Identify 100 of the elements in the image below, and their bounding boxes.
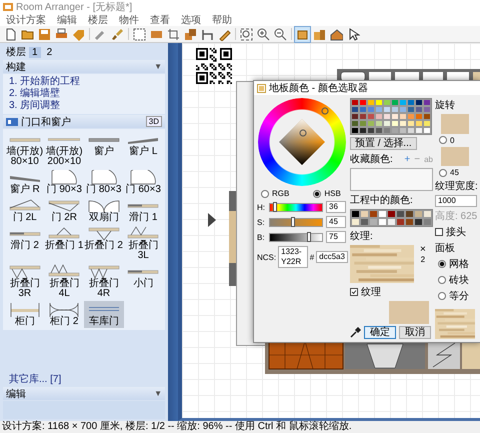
save-icon[interactable] (37, 26, 52, 42)
slider-thumb[interactable] (307, 232, 311, 242)
cancel-button[interactable]: 取消 (398, 326, 431, 339)
radio-button[interactable] (438, 276, 446, 284)
menu-item[interactable]: 物件 (119, 12, 139, 26)
color-swatch[interactable] (350, 218, 360, 226)
color-palette[interactable] (350, 98, 432, 135)
value-field[interactable]: 45 (326, 216, 346, 228)
zoom-out-icon[interactable] (273, 26, 288, 42)
folding-door-icon (6, 264, 43, 279)
library-item[interactable]: 双扇门 (84, 197, 124, 224)
radio-button[interactable] (261, 190, 269, 198)
add-button[interactable]: + (404, 154, 410, 164)
library-item[interactable]: 折叠门 1 (44, 225, 84, 262)
garage-door-icon (88, 307, 120, 312)
menu-item[interactable]: 编辑 (57, 12, 77, 26)
color-swatch[interactable] (350, 99, 359, 106)
collapse-icon[interactable]: ▼ (154, 62, 162, 71)
library-item[interactable]: 折叠门 4R (84, 263, 124, 300)
eyedropper-icon[interactable] (350, 327, 361, 338)
library-item[interactable]: 折叠门 3R (5, 263, 44, 300)
library-item[interactable]: 窗户 (84, 131, 124, 168)
channel-slider[interactable] (269, 218, 323, 226)
slider-thumb[interactable] (291, 216, 296, 226)
value-field[interactable]: 75 (326, 231, 346, 243)
radio-button[interactable] (439, 168, 447, 176)
radio-button[interactable] (313, 190, 322, 198)
collapse-icon[interactable]: ▼ (154, 389, 162, 398)
box-icon[interactable] (295, 26, 310, 42)
channel-slider[interactable] (269, 202, 323, 212)
library-item[interactable]: 折叠门 4L (44, 263, 84, 300)
library-item[interactable]: 门 2L (5, 197, 44, 224)
radio-label: 网格 (449, 258, 469, 271)
hex-label: # (310, 252, 314, 262)
floor-tab[interactable]: 2 (44, 46, 56, 58)
wall-segment[interactable] (229, 191, 236, 286)
library-item[interactable]: 小门 (124, 263, 163, 300)
section-header[interactable]: 编辑 ▼ (3, 387, 165, 400)
value-field[interactable]: 36 (326, 201, 346, 213)
brush-icon[interactable] (110, 26, 125, 42)
library-item[interactable]: 窗户 L (124, 131, 163, 168)
channel-label: B: (257, 232, 266, 242)
step-link[interactable]: 2. 编辑墙壁 (9, 88, 60, 100)
remove-texture-button[interactable]: × (420, 245, 426, 256)
library-item[interactable]: 门 60×3 (124, 169, 163, 196)
library-item[interactable]: 折叠门 2 (84, 225, 124, 262)
library-item[interactable]: 车库门 (84, 301, 124, 328)
color-swatch[interactable] (350, 120, 359, 127)
radio-label: 砖块 (449, 274, 469, 287)
zoom-fit-icon[interactable] (239, 26, 254, 42)
checkbox[interactable] (350, 288, 358, 296)
app-icon (3, 2, 13, 10)
hex-field[interactable]: dcc5a3 (316, 251, 348, 263)
color-square[interactable] (279, 119, 326, 165)
library-item[interactable]: 门 2R (44, 197, 84, 224)
library-item[interactable]: 柜门 2 (44, 301, 84, 328)
slider-thumb[interactable] (273, 202, 278, 212)
door-symbol-icon (6, 198, 43, 213)
library-item[interactable]: 门 90×3 (44, 169, 84, 196)
color-swatch[interactable] (350, 106, 359, 113)
texture-width-field[interactable]: 1000 (435, 195, 477, 207)
step-link[interactable]: 1. 开始新的工程 (9, 76, 80, 88)
floor-tab[interactable]: 1 (29, 46, 41, 58)
color-swatch[interactable] (350, 210, 360, 218)
channel-slider[interactable] (269, 232, 323, 242)
radio-button[interactable] (438, 292, 446, 300)
ok-button[interactable]: 确定 (364, 326, 396, 339)
color-swatch[interactable] (350, 113, 359, 120)
radio-label: RGB (272, 189, 290, 198)
library-item[interactable]: 门 80×3 (84, 169, 124, 196)
color-swatch[interactable] (350, 127, 359, 134)
crop-icon[interactable] (166, 26, 181, 42)
grid-icon[interactable] (132, 26, 147, 42)
ncs-field[interactable]: 1323-Y22R (278, 246, 308, 268)
section-header[interactable]: 门口和窗户 3D (3, 115, 165, 128)
library-item[interactable]: 滑门 1 (124, 197, 163, 224)
library-item[interactable]: 折叠门 3L (124, 225, 163, 262)
handle-arrow-icon[interactable] (208, 213, 216, 227)
menu-item[interactable]: 设计方案 (6, 12, 46, 26)
boxes-icon[interactable] (183, 26, 198, 42)
checkbox[interactable] (435, 228, 443, 236)
project-colors[interactable] (350, 209, 433, 228)
library-item[interactable]: 窗户 R (5, 169, 44, 196)
preset-button[interactable]: 预置 / 选择... (350, 137, 417, 150)
section-title: 构建 (6, 60, 26, 74)
library-item[interactable]: 墙(开放) 80×10 (5, 131, 44, 168)
menu-item[interactable]: 楼层 (88, 12, 108, 26)
menu-item[interactable]: 帮助 (212, 12, 232, 26)
library-item[interactable]: 墙(开放) 200×10 (44, 131, 84, 168)
menu-item[interactable]: 选项 (181, 12, 201, 26)
menu-item[interactable]: 查看 (150, 12, 170, 26)
view-3d-button[interactable]: 3D (146, 116, 162, 127)
library-item[interactable]: 滑门 2 (5, 225, 44, 262)
section-header[interactable]: 构建 ▼ (3, 60, 165, 73)
library-item[interactable]: 柜门 (5, 301, 44, 328)
more-libraries-link[interactable]: 其它库... [7] (3, 372, 62, 386)
radio-button[interactable] (439, 136, 447, 144)
radio-button[interactable] (438, 260, 446, 268)
step-link[interactable]: 3. 房间调整 (9, 100, 60, 112)
zoom-in-icon[interactable] (256, 26, 271, 42)
